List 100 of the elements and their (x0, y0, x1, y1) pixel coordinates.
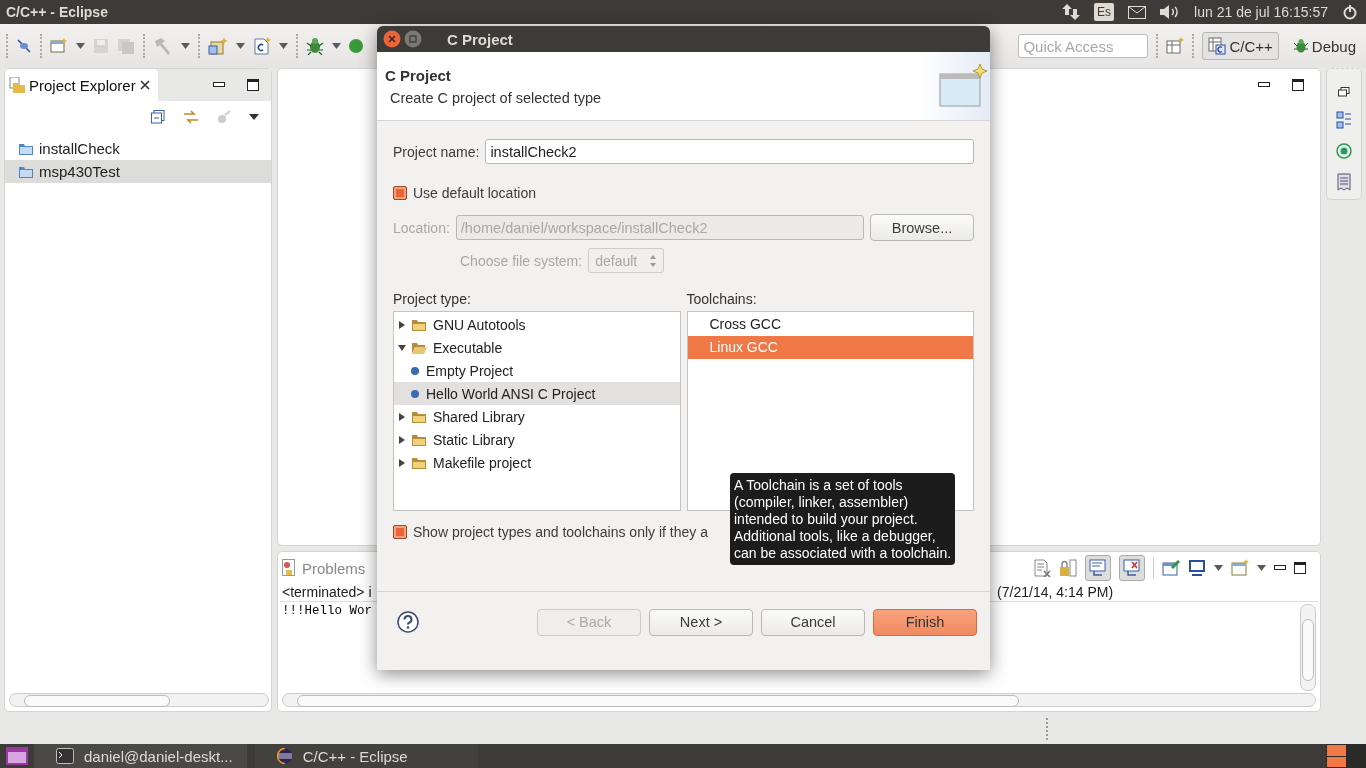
dialog-button[interactable]: Cancel (761, 608, 865, 636)
new-c-file-icon[interactable] (253, 37, 271, 55)
expanded-arrow-icon[interactable] (398, 343, 406, 352)
minimize-icon[interactable] (213, 82, 225, 88)
bug-icon[interactable] (306, 37, 324, 55)
caret-icon[interactable] (236, 43, 245, 49)
collapsed-arrow-icon[interactable] (398, 435, 406, 444)
window-title: C/C++ - Eclipse (6, 4, 108, 20)
clock[interactable]: lun 21 de jul 16:15:57 (1194, 4, 1328, 20)
launcher-icon[interactable] (6, 747, 28, 765)
volume-icon[interactable] (1160, 4, 1181, 20)
page-heading: C Project (385, 66, 452, 84)
view-tab[interactable]: Problems (278, 559, 366, 577)
network-icon[interactable] (1062, 4, 1081, 20)
bullet-icon (410, 388, 420, 399)
power-icon[interactable] (1342, 4, 1358, 20)
folder-icon (412, 410, 427, 423)
tree-item[interactable]: Empty Project (394, 359, 680, 382)
caret-icon[interactable] (279, 43, 288, 49)
toggle-button[interactable] (1085, 555, 1112, 581)
keyboard-layout-indicator[interactable]: Es (1094, 3, 1115, 21)
checkbox-label: Show project types and toolchains only if they a (413, 523, 708, 540)
checkbox[interactable] (393, 185, 407, 200)
console-output-icon (1089, 559, 1108, 577)
display-console-icon[interactable] (1188, 559, 1207, 577)
workspace-switcher-icon[interactable] (1326, 744, 1366, 768)
launch-time: (7/21/14, 4:14 PM) (997, 584, 1114, 600)
caret-icon[interactable] (1214, 565, 1224, 571)
taskbar-item[interactable]: C/C++ - Eclipse (254, 744, 478, 768)
console-output: !!!Hello Wor (281, 603, 373, 620)
run-icon[interactable] (349, 38, 363, 54)
quick-access-field[interactable]: Quick Access (1018, 34, 1149, 58)
maximize-icon[interactable] (1292, 79, 1305, 91)
caret-icon[interactable] (332, 43, 341, 49)
dialog-title: C Project (447, 30, 513, 48)
new-project-icon[interactable] (208, 37, 228, 55)
spinner-arrows-icon (649, 253, 658, 268)
section-label: Project type: (393, 291, 472, 307)
console-error-icon (1123, 559, 1142, 577)
maximize-icon[interactable] (247, 79, 259, 91)
link-editor-icon[interactable] (183, 110, 199, 124)
view-tab[interactable]: Project Explorer (5, 69, 158, 101)
field-label: Project name: (393, 143, 480, 160)
horizontal-scrollbar[interactable] (282, 693, 1316, 707)
minimize-icon[interactable] (1274, 565, 1287, 571)
folder-icon (412, 433, 427, 446)
tree-item[interactable]: Makefile project (394, 451, 680, 474)
perspective-button[interactable]: Debug (1286, 32, 1362, 60)
taskbar-item[interactable]: daniel@daniel-deskt... (34, 744, 247, 768)
open-perspective-icon[interactable] (1166, 37, 1185, 55)
project-name-field[interactable]: installCheck2 (485, 139, 974, 164)
dialog-button[interactable]: Next > (649, 608, 753, 636)
tree-item[interactable]: Shared Library (394, 405, 680, 428)
dialog-button[interactable]: Finish (873, 608, 977, 636)
project-item[interactable]: msp430Test (5, 160, 271, 183)
mail-icon[interactable] (1128, 5, 1147, 19)
tree-item[interactable]: Static Library (394, 428, 680, 451)
tree-item[interactable]: Executable (394, 336, 680, 359)
document-icon[interactable] (1337, 173, 1352, 191)
project-item[interactable]: installCheck (5, 137, 271, 160)
project-type-list[interactable]: GNU Autotools Executable Empty Project Hello World ANSI C Project Shared Library Static Library Makefile project (393, 311, 681, 511)
folder-icon (19, 165, 33, 178)
perspective-button[interactable]: C/C++ (1202, 32, 1279, 60)
folder-icon (19, 142, 33, 155)
page-description: Create C project of selected type (390, 89, 602, 106)
collapsed-arrow-icon[interactable] (398, 412, 406, 421)
checkbox[interactable] (393, 524, 407, 539)
collapse-all-icon[interactable] (151, 110, 165, 124)
collapsed-arrow-icon[interactable] (398, 458, 406, 467)
folder-icon (412, 456, 427, 469)
field-label: Location: (393, 219, 450, 236)
restore-icon[interactable] (1338, 87, 1351, 97)
scroll-lock-icon[interactable] (1059, 559, 1078, 577)
view-menu-icon[interactable] (249, 114, 259, 120)
horizontal-scrollbar[interactable] (9, 693, 269, 707)
minimize-icon[interactable] (1258, 82, 1271, 88)
caret-icon[interactable] (1257, 565, 1267, 571)
toggle-button[interactable] (1119, 555, 1146, 581)
tree-item[interactable]: Hello World ANSI C Project (394, 382, 680, 405)
list-item[interactable]: Cross GCC (687, 313, 973, 336)
c-perspective-icon (1208, 37, 1227, 55)
pin-icon[interactable] (16, 38, 32, 54)
open-folder-icon (412, 341, 427, 354)
tree-item[interactable]: GNU Autotools (394, 313, 680, 336)
target-icon[interactable] (1336, 143, 1353, 159)
problems-icon (282, 559, 298, 577)
pin-console-icon[interactable] (1162, 559, 1181, 577)
vertical-scrollbar[interactable] (1300, 604, 1317, 691)
caret-icon[interactable] (76, 43, 85, 49)
remove-launch-icon[interactable] (1033, 559, 1052, 577)
maximize-icon[interactable] (1294, 562, 1307, 574)
caret-icon[interactable] (181, 43, 190, 49)
field-label: Choose file system: (460, 252, 583, 269)
bullet-icon (410, 365, 420, 376)
collapsed-arrow-icon[interactable] (398, 320, 406, 329)
help-icon[interactable] (397, 611, 419, 633)
outline-icon[interactable] (1336, 111, 1353, 129)
eclipse-icon (276, 748, 293, 764)
close-icon[interactable] (139, 80, 150, 90)
tooltip: A Toolchain is a set of tools (compiler, linker, assembler) intended to build your project. Additional tools, like a debugger, can be associated with a toolchain. (730, 473, 956, 565)
